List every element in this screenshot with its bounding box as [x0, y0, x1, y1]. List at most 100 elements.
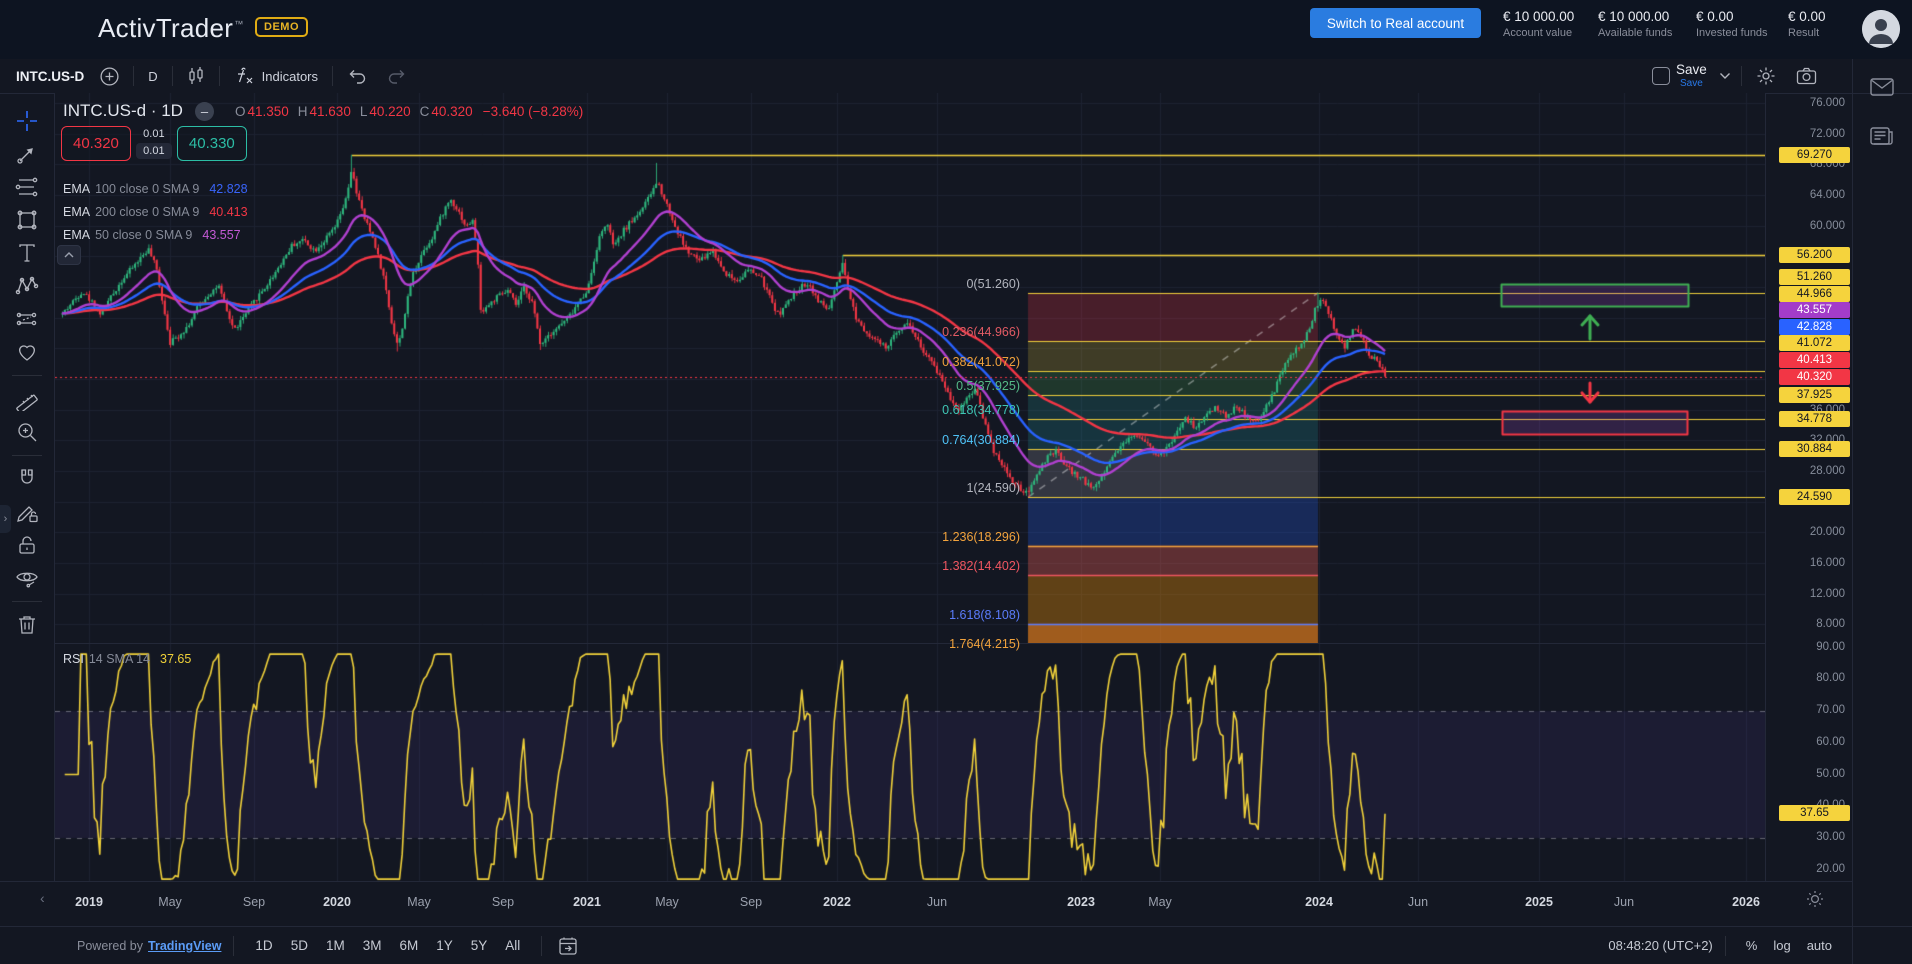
go-to-date-icon	[558, 936, 578, 956]
price-badge-69.270: 69.270	[1779, 147, 1850, 163]
log-scale-button[interactable]: log	[1765, 934, 1798, 957]
ema-legend-row[interactable]: EMA50 close 0 SMA 943.557	[63, 223, 248, 246]
crosshair-tool[interactable]	[13, 107, 41, 135]
rsi-axis-label: 30.00	[1816, 831, 1845, 843]
emoji-tool[interactable]	[13, 338, 41, 366]
zoom-in-tool[interactable]	[13, 418, 41, 446]
account-stat: € 10 000.00Account value	[1503, 9, 1574, 39]
redo-button[interactable]	[377, 59, 417, 93]
time-axis-label: 2019	[75, 895, 103, 909]
ema-name: EMA	[63, 182, 90, 196]
price-badge-51.260: 51.260	[1779, 269, 1850, 285]
range-button-1M[interactable]: 1M	[317, 934, 354, 957]
time-axis-label: Sep	[492, 895, 514, 909]
time-axis-label: May	[407, 895, 431, 909]
session-clock[interactable]: 08:48:20 (UTC+2)	[1608, 938, 1712, 953]
shapes-tool[interactable]	[13, 206, 41, 234]
range-button-6M[interactable]: 6M	[390, 934, 427, 957]
indicators-button[interactable]: Indicators	[224, 59, 328, 93]
range-button-1D[interactable]: 1D	[246, 934, 281, 957]
hide-all-tool[interactable]	[13, 564, 41, 592]
magnet-tool[interactable]	[13, 465, 41, 493]
go-to-date-button[interactable]	[554, 927, 582, 964]
ruler-tool[interactable]	[13, 385, 41, 413]
stat-value: € 0.00	[1696, 9, 1768, 24]
ema-name: EMA	[63, 228, 90, 242]
ruler-icon	[15, 387, 39, 411]
collapse-legend-button[interactable]: –	[195, 102, 214, 121]
range-button-5D[interactable]: 5D	[282, 934, 317, 957]
range-button-3M[interactable]: 3M	[354, 934, 391, 957]
time-axis-label: 2021	[573, 895, 601, 909]
range-button-5Y[interactable]: 5Y	[462, 934, 497, 957]
ema-value: 40.413	[209, 205, 247, 219]
xabcd-pattern-tool[interactable]	[13, 272, 41, 300]
trend-line-tool[interactable]	[13, 140, 41, 168]
time-axis[interactable]: ‹ 2019MaySep2020MaySep2021MaySep2022Jun2…	[0, 881, 1852, 927]
chart-style-button[interactable]	[177, 59, 215, 93]
price-badge-37.925: 37.925	[1779, 387, 1850, 403]
rsi-name: RSI	[63, 652, 84, 666]
time-axis-label: 2023	[1067, 895, 1095, 909]
ema-legend-row[interactable]: EMA100 close 0 SMA 942.828	[63, 177, 248, 200]
buy-ask-button[interactable]: 40.330	[177, 126, 247, 161]
range-button-1Y[interactable]: 1Y	[427, 934, 462, 957]
price-axis-label: 12.000	[1810, 588, 1845, 600]
drawing-lock-tool[interactable]	[13, 498, 41, 526]
save-button[interactable]: Save Save	[1676, 63, 1707, 89]
undo-button[interactable]	[337, 59, 377, 93]
mail-button[interactable]	[1870, 78, 1894, 96]
shapes-icon	[15, 208, 39, 232]
range-button-All[interactable]: All	[496, 934, 529, 957]
avatar[interactable]	[1862, 10, 1900, 48]
price-badge-34.778: 34.778	[1779, 411, 1850, 427]
price-badge-42.828: 42.828	[1779, 319, 1850, 335]
settings-button[interactable]	[1746, 59, 1786, 93]
brand-text: ActivTrader	[98, 13, 233, 43]
high-label: H	[298, 104, 308, 119]
save-menu-button[interactable]	[1713, 59, 1737, 93]
tradingview-link[interactable]: TradingView	[148, 939, 221, 953]
compare-add-button[interactable]	[90, 59, 129, 93]
forecast-tool[interactable]	[13, 305, 41, 333]
toolbar-separator	[133, 66, 134, 86]
time-axis-label: 2024	[1305, 895, 1333, 909]
screenshot-button[interactable]	[1786, 59, 1827, 93]
time-axis-label: May	[655, 895, 679, 909]
watchlist-expander[interactable]: ›	[0, 505, 11, 533]
remove-all-tool[interactable]	[13, 611, 41, 639]
news-button[interactable]	[1870, 125, 1894, 147]
time-axis-label: May	[158, 895, 182, 909]
brand-tm: ™	[234, 19, 243, 29]
text-tool[interactable]	[13, 239, 41, 267]
ema-value: 42.828	[209, 182, 247, 196]
chart-legend: INTC.US-d · 1D – O41.350 H41.630 L40.220…	[63, 101, 583, 121]
price-chart-canvas[interactable]	[55, 93, 1765, 643]
symbol-button[interactable]: INTC.US-D	[16, 69, 84, 84]
switch-to-real-button[interactable]: Switch to Real account	[1310, 8, 1481, 38]
account-stat: € 0.00Invested funds	[1696, 9, 1768, 39]
percent-scale-button[interactable]: %	[1738, 934, 1766, 957]
ema-legend-row[interactable]: EMA200 close 0 SMA 940.413	[63, 200, 248, 223]
price-axis[interactable]: 76.00072.00068.00064.00060.00036.00032.0…	[1765, 93, 1853, 881]
stat-value: € 10 000.00	[1598, 9, 1672, 24]
lock-all-tool[interactable]	[13, 531, 41, 559]
legend-symbol-title: INTC.US-d · 1D	[63, 101, 183, 121]
rsi-chart-canvas[interactable]	[55, 644, 1765, 881]
fib-retracement-tool[interactable]	[13, 173, 41, 201]
interval-button[interactable]: D	[138, 59, 167, 93]
price-badge-30.884: 30.884	[1779, 441, 1850, 457]
theme-toggle-button[interactable]	[1806, 890, 1824, 908]
axis-collapse-handle[interactable]: ‹	[40, 890, 45, 906]
auto-scale-button[interactable]: auto	[1799, 934, 1840, 957]
toolbar-separator	[172, 66, 173, 86]
pane-divider[interactable]	[55, 643, 1765, 644]
sell-bid-button[interactable]: 40.320	[61, 126, 131, 161]
expand-legend-button[interactable]	[57, 245, 81, 265]
chart-select-checkbox[interactable]	[1652, 67, 1670, 85]
stat-label: Result	[1788, 27, 1826, 39]
chart-toolbar: INTC.US-D D Indicators Save Save	[0, 59, 1912, 94]
time-axis-label: Sep	[243, 895, 265, 909]
indicator-legend: EMA100 close 0 SMA 942.828EMA200 close 0…	[63, 177, 248, 246]
bottom-separator	[1725, 936, 1726, 956]
